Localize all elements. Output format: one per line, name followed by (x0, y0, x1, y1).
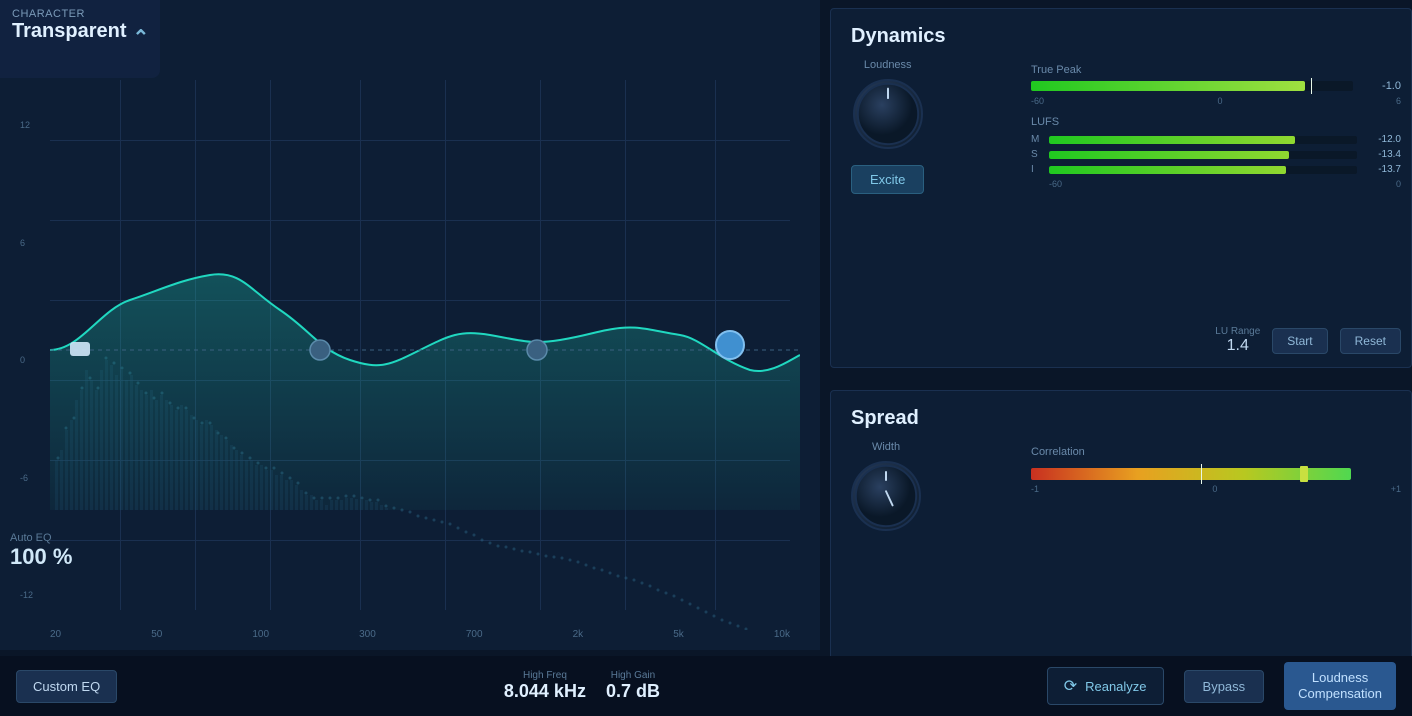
lufs-label-m: M (1031, 134, 1043, 145)
lufs-scale-max: 0 (1396, 179, 1401, 189)
corr-center-tick (1201, 464, 1202, 484)
db-scale-6: 6 (20, 238, 33, 248)
true-peak-scale-max: 6 (1396, 96, 1401, 106)
freq-2k: 2k (573, 629, 584, 640)
corr-indicator (1300, 466, 1308, 482)
high-gain-value: 0.7 dB (606, 681, 660, 702)
reset-button[interactable]: Reset (1340, 328, 1401, 354)
lufs-label-i: I (1031, 164, 1043, 175)
width-knob[interactable] (851, 461, 921, 531)
corr-title: Correlation (1031, 446, 1401, 458)
db-scale-neg12: -12 (20, 590, 33, 600)
lufs-bar-m-wrap (1049, 136, 1357, 144)
lufs-row-s: S -13.4 (1031, 149, 1401, 160)
lufs-scale-min: -60 (1049, 179, 1062, 189)
bottom-bar: Custom EQ High Freq 8.044 kHz High Gain … (0, 656, 1412, 716)
corr-scale-max: +1 (1391, 484, 1401, 494)
spread-title: Spread (831, 391, 1411, 438)
start-button[interactable]: Start (1272, 328, 1327, 354)
reanalyze-button[interactable]: ⟳ Reanalyze (1047, 667, 1164, 705)
eq-panel: 12 6 0 -6 -12 (0, 0, 820, 650)
dynamics-title: Dynamics (831, 9, 1411, 56)
character-panel: Character Transparent ⌃ (0, 0, 160, 78)
lu-range-label: LU Range (1215, 326, 1260, 337)
lufs-label-s: S (1031, 149, 1043, 160)
corr-bar (1031, 468, 1351, 480)
freq-10k: 10k (774, 629, 790, 640)
db-scale-neg6: -6 (20, 473, 33, 483)
high-freq-param: High Freq 8.044 kHz (504, 670, 586, 702)
lufs-val-i: -13.7 (1363, 164, 1401, 175)
freq-20: 20 (50, 629, 61, 640)
true-peak-scale-zero: 0 (1217, 96, 1222, 106)
lufs-scale: -60 0 (1031, 179, 1401, 189)
freq-labels: 20 50 100 300 700 2k 5k 10k (50, 629, 790, 640)
true-peak-title: True Peak (1031, 64, 1401, 76)
reanalyze-icon: ⟳ (1064, 676, 1077, 696)
auto-eq-value: 100 % (10, 544, 72, 570)
lufs-title: LUFS (1031, 116, 1401, 128)
loudness-comp-line1: Loudness (1312, 670, 1368, 685)
correlation-section: Correlation 0.7 -1 0 +1 (1031, 446, 1401, 494)
spread-section: Spread Width Correlation (830, 390, 1412, 660)
freq-700: 700 (466, 629, 483, 640)
dynamics-section: Dynamics Loudness Excite True Peak (830, 8, 1412, 368)
high-freq-value: 8.044 kHz (504, 681, 586, 702)
lufs-bar-i (1049, 166, 1286, 174)
width-label: Width (872, 441, 900, 453)
bypass-button[interactable]: Bypass (1184, 670, 1265, 703)
corr-scale-min: -1 (1031, 484, 1039, 494)
true-peak-value: -1.0 (1361, 80, 1401, 92)
db-scale-0: 0 (20, 355, 33, 365)
loudness-comp-line2: Compensation (1298, 686, 1382, 701)
custom-eq-button[interactable]: Custom EQ (16, 670, 117, 703)
character-value-row: Transparent ⌃ (12, 20, 148, 43)
loudness-compensation-button[interactable]: Loudness Compensation (1284, 662, 1396, 709)
freq-50: 50 (151, 629, 162, 640)
lufs-bar-i-wrap (1049, 166, 1357, 174)
character-label: Character (12, 8, 148, 20)
character-dropdown-icon[interactable]: ⌃ (132, 25, 146, 39)
lufs-val-s: -13.4 (1363, 149, 1401, 160)
lu-range-info: LU Range 1.4 (1215, 326, 1260, 355)
meters-section: True Peak -1.0 -60 0 6 LUFS M -12.0 S (1031, 64, 1401, 189)
lufs-bar-s-wrap (1049, 151, 1357, 159)
true-peak-bar (1031, 81, 1353, 91)
eq-chart[interactable] (50, 80, 800, 630)
lufs-val-m: -12.0 (1363, 134, 1401, 145)
loudness-knob[interactable] (853, 79, 923, 149)
loudness-label: Loudness (864, 59, 912, 71)
high-gain-label: High Gain (611, 670, 655, 681)
auto-eq-label: Auto EQ 100 % (10, 532, 72, 570)
reanalyze-label: Reanalyze (1085, 679, 1146, 694)
lu-range-section: LU Range 1.4 Start Reset (1215, 326, 1401, 355)
freq-5k: 5k (673, 629, 684, 640)
excite-button[interactable]: Excite (851, 165, 924, 194)
high-freq-label: High Freq (523, 670, 567, 681)
corr-scale-zero: 0 (1212, 484, 1217, 494)
db-scale-12: 12 (20, 120, 33, 130)
freq-100: 100 (252, 629, 269, 640)
auto-eq-text: Auto EQ (10, 532, 72, 544)
db-scale: 12 6 0 -6 -12 (20, 120, 33, 600)
lufs-row-m: M -12.0 (1031, 134, 1401, 145)
true-peak-tick (1311, 78, 1312, 94)
lu-range-value: 1.4 (1215, 337, 1260, 355)
corr-scale: -1 0 +1 (1031, 484, 1401, 494)
high-gain-param: High Gain 0.7 dB (606, 670, 660, 702)
freq-300: 300 (359, 629, 376, 640)
lufs-bar-s (1049, 151, 1289, 159)
lufs-row-i: I -13.7 (1031, 164, 1401, 175)
true-peak-scale: -60 0 6 (1031, 96, 1401, 106)
character-value: Transparent (12, 20, 126, 43)
true-peak-fill (1031, 81, 1305, 91)
lufs-bar-m (1049, 136, 1295, 144)
true-peak-scale-min: -60 (1031, 96, 1044, 106)
